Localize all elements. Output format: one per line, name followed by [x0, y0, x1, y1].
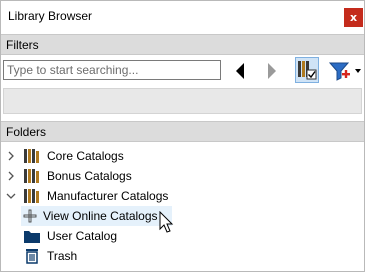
books-icon [24, 189, 39, 203]
tree-item-core-catalogs[interactable]: Core Catalogs [1, 146, 364, 166]
trash-icon [26, 249, 38, 264]
folder-icon [24, 231, 40, 243]
add-filter-button[interactable] [327, 59, 363, 83]
chevron-down-icon[interactable] [6, 190, 16, 202]
library-browser-window: Library Browser x Filters Type to start … [0, 0, 365, 272]
mouse-cursor-icon [159, 211, 174, 233]
plus-icon [23, 209, 37, 223]
books-check-icon [298, 61, 317, 80]
forward-button[interactable] [265, 59, 279, 83]
tree-item-label: Core Catalogs [47, 149, 124, 163]
chevron-right-icon[interactable] [6, 150, 16, 162]
filters-header-label: Filters [6, 38, 39, 52]
close-button[interactable]: x [344, 8, 363, 27]
filter-add-icon [328, 62, 361, 81]
catalog-view-toggle[interactable] [295, 57, 319, 83]
tree-item-trash[interactable]: Trash [1, 246, 364, 266]
active-filters-area [3, 88, 362, 114]
tree-item-view-online-catalogs[interactable]: View Online Catalogs [1, 206, 364, 226]
books-icon [24, 169, 39, 183]
window-title: Library Browser [8, 9, 93, 23]
filters-section-header: Filters [1, 34, 364, 55]
tree-item-manufacturer-catalogs[interactable]: Manufacturer Catalogs [1, 186, 364, 206]
tree-item-label: Manufacturer Catalogs [47, 189, 169, 203]
chevron-right-icon[interactable] [6, 170, 16, 182]
chevron-down-icon [355, 69, 361, 73]
title-bar: Library Browser x [1, 1, 364, 33]
folders-section-header: Folders [1, 121, 364, 142]
tree-item-label: View Online Catalogs [43, 209, 158, 223]
tree-item-bonus-catalogs[interactable]: Bonus Catalogs [1, 166, 364, 186]
tree-item-user-catalog[interactable]: User Catalog [1, 226, 364, 246]
folders-header-label: Folders [6, 125, 47, 139]
tree-item-label: Trash [47, 249, 78, 263]
arrow-left-icon [236, 63, 244, 79]
search-input[interactable] [3, 60, 221, 80]
arrow-right-icon [268, 63, 276, 79]
back-button[interactable] [233, 59, 247, 83]
tree-item-label: User Catalog [47, 229, 118, 243]
books-icon [24, 149, 39, 163]
tree-item-label: Bonus Catalogs [47, 169, 132, 183]
